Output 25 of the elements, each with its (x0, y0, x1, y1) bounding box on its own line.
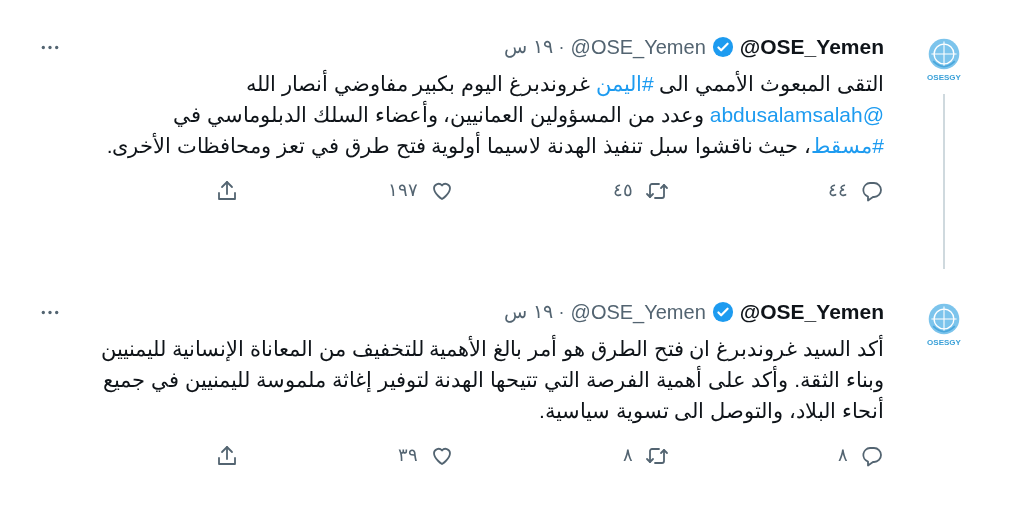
count: ٣٩ (398, 444, 418, 467)
timestamp[interactable]: ١٩ س (504, 297, 553, 327)
globe-emblem-icon (926, 301, 962, 337)
display-name[interactable]: @OSE_Yemen (739, 31, 884, 63)
tweet-text: أكد السيد غروندبرغ ان فتح الطرق هو أمر بالغ الأهمية للتخفيف من المعاناة الإنسانية لليمنيين وبناء الثقة. وأكد على أهمية الفرصة التي تتيحها الهدنة لتوفير إغاثة ملموسة لليمنيين في جميع أنحاء البلاد، والتوصل الى تسوية سياسية. (100, 334, 884, 426)
more-icon (40, 309, 60, 315)
count: ٨ (838, 444, 848, 467)
display-name[interactable]: @OSE_Yemen (739, 296, 884, 328)
separator: · (558, 300, 565, 324)
more-icon (40, 44, 60, 50)
share-button[interactable] (215, 178, 239, 203)
count: ٤٤ (828, 179, 848, 202)
share-button[interactable] (215, 443, 239, 468)
count: ١٩٧ (388, 179, 418, 202)
handle[interactable]: @OSE_Yemen (570, 297, 706, 327)
avatar-label: OSESGY (927, 74, 961, 82)
count: ٨ (623, 444, 633, 467)
count: ٤٥ (613, 179, 633, 202)
handle[interactable]: @OSE_Yemen (570, 32, 706, 62)
share-icon (215, 443, 239, 468)
avatar-label: OSESGY (927, 339, 961, 347)
separator: · (558, 35, 565, 59)
share-icon (215, 178, 239, 203)
globe-emblem-icon (926, 36, 962, 72)
timestamp[interactable]: ١٩ س (504, 32, 553, 62)
